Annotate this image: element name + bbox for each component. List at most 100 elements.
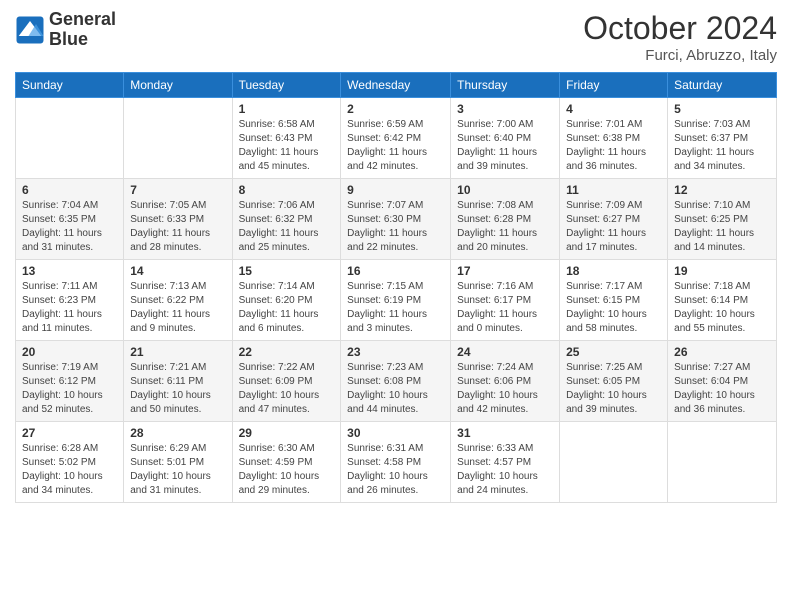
day-info: Sunrise: 6:59 AMSunset: 6:42 PMDaylight:… bbox=[347, 118, 444, 174]
logo-line2: Blue bbox=[49, 30, 116, 50]
day-info: Sunrise: 6:30 AMSunset: 4:59 PMDaylight:… bbox=[239, 442, 335, 498]
day-number: 24 bbox=[457, 345, 553, 359]
header-day-monday: Monday bbox=[124, 73, 232, 98]
calendar-week-row: 6Sunrise: 7:04 AMSunset: 6:35 PMDaylight… bbox=[16, 179, 777, 260]
day-number: 3 bbox=[457, 102, 553, 116]
day-number: 31 bbox=[457, 426, 553, 440]
day-number: 22 bbox=[239, 345, 335, 359]
calendar-cell bbox=[16, 98, 124, 179]
day-number: 30 bbox=[347, 426, 444, 440]
calendar-cell: 7 Sunrise: 7:05 AMSunset: 6:33 PMDaylight… bbox=[124, 179, 232, 260]
calendar-week-row: 27 Sunrise: 6:28 AMSunset: 5:02 PMDayligh… bbox=[16, 422, 777, 503]
day-info: Sunrise: 6:28 AMSunset: 5:02 PMDaylight:… bbox=[22, 442, 117, 498]
calendar-cell: 24 Sunrise: 7:24 AMSunset: 6:06 PMDayligh… bbox=[451, 341, 560, 422]
calendar-cell: 12 Sunrise: 7:10 AMSunset: 6:25 PMDayligh… bbox=[668, 179, 777, 260]
day-number: 27 bbox=[22, 426, 117, 440]
day-number: 10 bbox=[457, 183, 553, 197]
month-title: October 2024 bbox=[583, 10, 777, 47]
calendar-cell: 16 Sunrise: 7:15 AMSunset: 6:19 PMDayligh… bbox=[341, 260, 451, 341]
calendar-cell: 21 Sunrise: 7:21 AMSunset: 6:11 PMDayligh… bbox=[124, 341, 232, 422]
day-number: 28 bbox=[130, 426, 225, 440]
day-number: 4 bbox=[566, 102, 661, 116]
day-info: Sunrise: 7:22 AMSunset: 6:09 PMDaylight:… bbox=[239, 361, 335, 417]
day-number: 17 bbox=[457, 264, 553, 278]
header-day-friday: Friday bbox=[560, 73, 668, 98]
calendar-cell: 13 Sunrise: 7:11 AMSunset: 6:23 PMDayligh… bbox=[16, 260, 124, 341]
calendar-cell: 26Sunrise: 7:27 AMSunset: 6:04 PMDayligh… bbox=[668, 341, 777, 422]
header-day-sunday: Sunday bbox=[16, 73, 124, 98]
day-info: Sunrise: 7:13 AMSunset: 6:22 PMDaylight:… bbox=[130, 280, 225, 336]
day-number: 15 bbox=[239, 264, 335, 278]
day-info: Sunrise: 7:25 AMSunset: 6:05 PMDaylight:… bbox=[566, 361, 661, 417]
day-info: Sunrise: 7:03 AMSunset: 6:37 PMDaylight:… bbox=[674, 118, 770, 174]
day-number: 1 bbox=[239, 102, 335, 116]
calendar-cell: 3 Sunrise: 7:00 AMSunset: 6:40 PMDaylight… bbox=[451, 98, 560, 179]
day-info: Sunrise: 7:10 AMSunset: 6:25 PMDaylight:… bbox=[674, 199, 770, 255]
day-number: 7 bbox=[130, 183, 225, 197]
calendar-cell: 18Sunrise: 7:17 AMSunset: 6:15 PMDayligh… bbox=[560, 260, 668, 341]
calendar-cell: 5 Sunrise: 7:03 AMSunset: 6:37 PMDaylight… bbox=[668, 98, 777, 179]
day-number: 6 bbox=[22, 183, 117, 197]
calendar-cell bbox=[560, 422, 668, 503]
calendar-cell: 15Sunrise: 7:14 AMSunset: 6:20 PMDayligh… bbox=[232, 260, 341, 341]
day-info: Sunrise: 7:09 AMSunset: 6:27 PMDaylight:… bbox=[566, 199, 661, 255]
day-info: Sunrise: 7:19 AMSunset: 6:12 PMDaylight:… bbox=[22, 361, 117, 417]
calendar-cell: 25Sunrise: 7:25 AMSunset: 6:05 PMDayligh… bbox=[560, 341, 668, 422]
day-number: 14 bbox=[130, 264, 225, 278]
calendar-cell: 1Sunrise: 6:58 AMSunset: 6:43 PMDaylight… bbox=[232, 98, 341, 179]
day-number: 8 bbox=[239, 183, 335, 197]
day-number: 13 bbox=[22, 264, 117, 278]
day-number: 11 bbox=[566, 183, 661, 197]
day-info: Sunrise: 7:06 AMSunset: 6:32 PMDaylight:… bbox=[239, 199, 335, 255]
day-info: Sunrise: 7:23 AMSunset: 6:08 PMDaylight:… bbox=[347, 361, 444, 417]
day-info: Sunrise: 7:05 AMSunset: 6:33 PMDaylight:… bbox=[130, 199, 225, 255]
day-info: Sunrise: 7:21 AMSunset: 6:11 PMDaylight:… bbox=[130, 361, 225, 417]
day-info: Sunrise: 7:16 AMSunset: 6:17 PMDaylight:… bbox=[457, 280, 553, 336]
day-number: 23 bbox=[347, 345, 444, 359]
calendar-cell: 29Sunrise: 6:30 AMSunset: 4:59 PMDayligh… bbox=[232, 422, 341, 503]
calendar-cell bbox=[668, 422, 777, 503]
calendar-cell: 23 Sunrise: 7:23 AMSunset: 6:08 PMDayligh… bbox=[341, 341, 451, 422]
logo-text: General Blue bbox=[49, 10, 116, 50]
calendar-week-row: 1Sunrise: 6:58 AMSunset: 6:43 PMDaylight… bbox=[16, 98, 777, 179]
header-day-wednesday: Wednesday bbox=[341, 73, 451, 98]
day-info: Sunrise: 7:27 AMSunset: 6:04 PMDaylight:… bbox=[674, 361, 770, 417]
calendar-cell: 9 Sunrise: 7:07 AMSunset: 6:30 PMDaylight… bbox=[341, 179, 451, 260]
calendar-cell: 28Sunrise: 6:29 AMSunset: 5:01 PMDayligh… bbox=[124, 422, 232, 503]
day-info: Sunrise: 6:33 AMSunset: 4:57 PMDaylight:… bbox=[457, 442, 553, 498]
day-number: 12 bbox=[674, 183, 770, 197]
day-info: Sunrise: 7:15 AMSunset: 6:19 PMDaylight:… bbox=[347, 280, 444, 336]
page-header: General Blue October 2024 Furci, Abruzzo… bbox=[15, 10, 777, 64]
calendar-cell: 14 Sunrise: 7:13 AMSunset: 6:22 PMDayligh… bbox=[124, 260, 232, 341]
day-number: 9 bbox=[347, 183, 444, 197]
day-number: 21 bbox=[130, 345, 225, 359]
day-info: Sunrise: 7:17 AMSunset: 6:15 PMDaylight:… bbox=[566, 280, 661, 336]
calendar-cell: 19Sunrise: 7:18 AMSunset: 6:14 PMDayligh… bbox=[668, 260, 777, 341]
calendar-week-row: 13 Sunrise: 7:11 AMSunset: 6:23 PMDayligh… bbox=[16, 260, 777, 341]
day-number: 5 bbox=[674, 102, 770, 116]
calendar-cell: 22 Sunrise: 7:22 AMSunset: 6:09 PMDayligh… bbox=[232, 341, 341, 422]
day-info: Sunrise: 7:11 AMSunset: 6:23 PMDaylight:… bbox=[22, 280, 117, 336]
day-info: Sunrise: 7:18 AMSunset: 6:14 PMDaylight:… bbox=[674, 280, 770, 336]
day-info: Sunrise: 7:24 AMSunset: 6:06 PMDaylight:… bbox=[457, 361, 553, 417]
day-number: 16 bbox=[347, 264, 444, 278]
header-day-thursday: Thursday bbox=[451, 73, 560, 98]
logo: General Blue bbox=[15, 10, 116, 50]
calendar-cell: 17 Sunrise: 7:16 AMSunset: 6:17 PMDayligh… bbox=[451, 260, 560, 341]
calendar-header-row: SundayMondayTuesdayWednesdayThursdayFrid… bbox=[16, 73, 777, 98]
location: Furci, Abruzzo, Italy bbox=[583, 47, 777, 64]
calendar-cell bbox=[124, 98, 232, 179]
logo-line1: General bbox=[49, 10, 116, 30]
calendar-week-row: 20Sunrise: 7:19 AMSunset: 6:12 PMDayligh… bbox=[16, 341, 777, 422]
calendar-cell: 20Sunrise: 7:19 AMSunset: 6:12 PMDayligh… bbox=[16, 341, 124, 422]
calendar-cell: 6Sunrise: 7:04 AMSunset: 6:35 PMDaylight… bbox=[16, 179, 124, 260]
header-day-saturday: Saturday bbox=[668, 73, 777, 98]
day-info: Sunrise: 7:07 AMSunset: 6:30 PMDaylight:… bbox=[347, 199, 444, 255]
calendar-cell: 8 Sunrise: 7:06 AMSunset: 6:32 PMDaylight… bbox=[232, 179, 341, 260]
day-info: Sunrise: 7:00 AMSunset: 6:40 PMDaylight:… bbox=[457, 118, 553, 174]
calendar-cell: 10 Sunrise: 7:08 AMSunset: 6:28 PMDayligh… bbox=[451, 179, 560, 260]
calendar-cell: 31 Sunrise: 6:33 AMSunset: 4:57 PMDayligh… bbox=[451, 422, 560, 503]
day-info: Sunrise: 6:31 AMSunset: 4:58 PMDaylight:… bbox=[347, 442, 444, 498]
calendar-cell: 2Sunrise: 6:59 AMSunset: 6:42 PMDaylight… bbox=[341, 98, 451, 179]
day-info: Sunrise: 7:08 AMSunset: 6:28 PMDaylight:… bbox=[457, 199, 553, 255]
